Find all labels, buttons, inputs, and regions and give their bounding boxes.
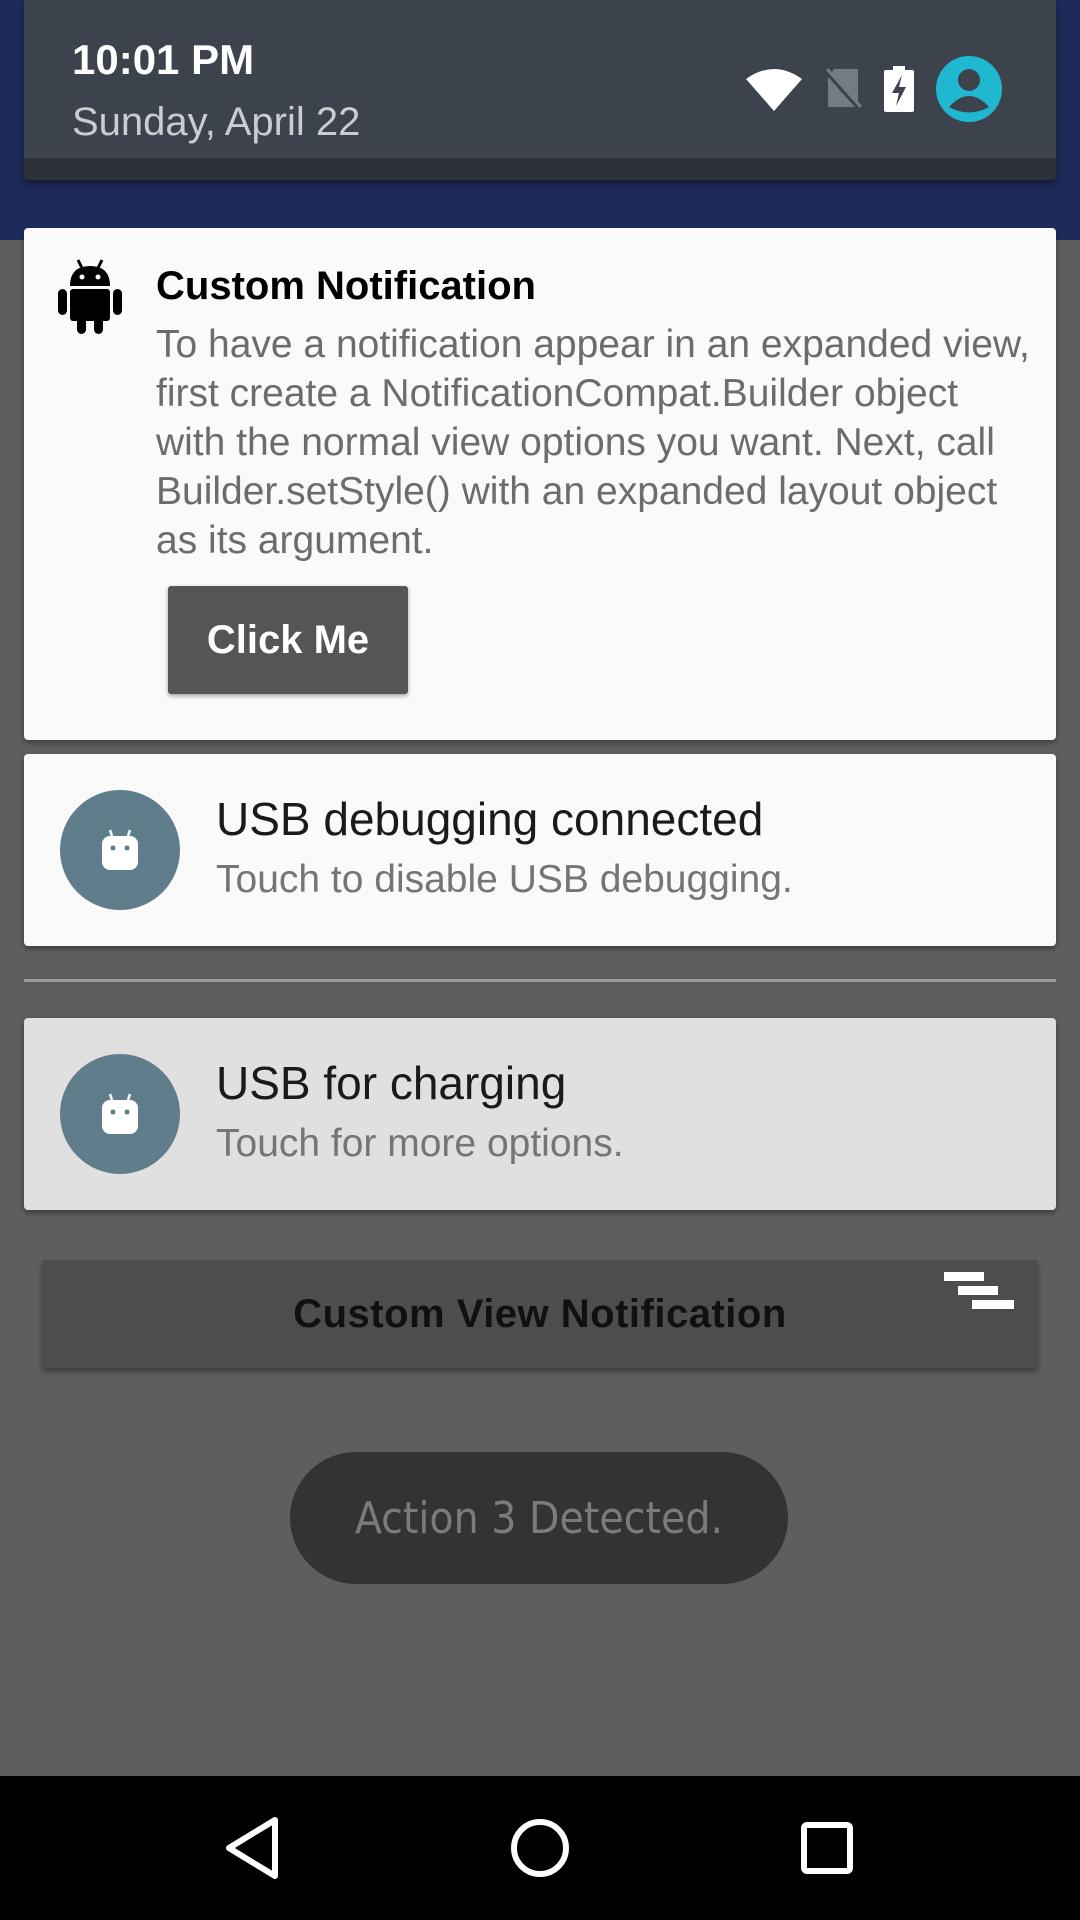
status-icons [746,56,1002,122]
usb-charging-notification[interactable]: USB for charging Touch for more options. [24,1018,1056,1210]
battery-charging-icon [884,66,914,112]
header-handle[interactable] [24,158,1056,180]
status-header: 10:01 PM Sunday, April 22 [24,0,1056,180]
clock: 10:01 PM [72,36,255,83]
notification-subtitle: Touch to disable USB debugging. [216,858,793,901]
android-head-icon [60,790,180,910]
toast-message: Action 3 Detected. [354,1492,724,1544]
custom-view-notification-label: Custom View Notification [293,1291,787,1336]
account-icon[interactable] [936,56,1002,122]
click-me-button[interactable]: Click Me [168,586,408,694]
android-head-icon [60,1054,180,1174]
toast: Action 3 Detected. [290,1452,788,1584]
recents-icon[interactable] [777,1798,877,1898]
date: Sunday, April 22 [72,100,361,144]
custom-notification[interactable]: Custom Notification To have a notificati… [24,228,1056,740]
screen: Custom View Notification Action 3 Detect… [0,0,1080,1920]
divider [24,979,1056,982]
back-icon[interactable] [203,1798,303,1898]
notification-subtitle: Touch for more options. [216,1122,624,1165]
custom-view-notification-button[interactable]: Custom View Notification [42,1260,1038,1368]
drag-handle-icon [938,1272,1014,1328]
notification-title: USB debugging connected [216,793,764,845]
usb-debugging-notification[interactable]: USB debugging connected Touch to disable… [24,754,1056,946]
wifi-icon [746,67,802,111]
android-icon [58,258,122,334]
home-icon[interactable] [490,1798,590,1898]
notification-title: Custom Notification [156,264,536,308]
no-sim-icon [824,67,862,111]
notification-text: To have a notification appear in an expa… [156,323,1030,562]
notification-title: USB for charging [216,1057,567,1109]
navigation-bar [0,1776,1080,1920]
